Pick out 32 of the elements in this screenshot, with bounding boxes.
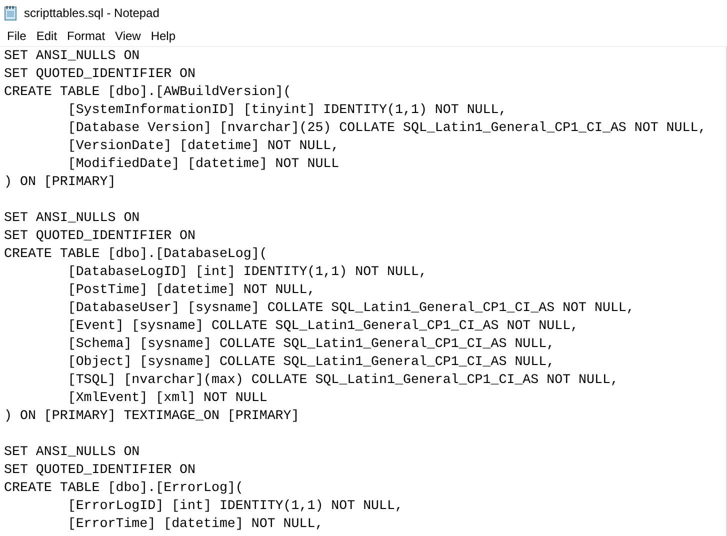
menu-item[interactable]: Help (146, 29, 181, 43)
code-line: [DatabaseLogID] [int] IDENTITY(1,1) NOT NULL, (66, 263, 428, 281)
menu-item[interactable]: Format (62, 29, 110, 43)
code-line: SET ANSI_NULLS ON (4, 47, 141, 65)
code-line: SET QUOTED_IDENTIFIER ON (4, 227, 197, 245)
code-line: [SystemInformationID] [tinyint] IDENTITY(1,1) NOT NULL, (66, 101, 508, 119)
code-line: CREATE TABLE [dbo].[DatabaseLog]( (4, 245, 268, 263)
menu-item[interactable]: Edit (31, 29, 62, 43)
code-line: [ModifiedDate] [datetime] NOT NULL (66, 155, 340, 173)
code-line: ) ON [PRIMARY] (4, 173, 117, 191)
code-line: [PostTime] [datetime] NOT NULL, (66, 281, 316, 299)
menu-item[interactable]: File (2, 29, 32, 43)
code-line: [ErrorTime] [datetime] NOT NULL, (66, 515, 324, 533)
menu-item[interactable]: View (110, 29, 146, 43)
code-line: [Object] [sysname] COLLATE SQL_Latin1_General_CP1_CI_AS NULL, (66, 353, 556, 371)
code-line: SET QUOTED_IDENTIFIER ON (4, 65, 197, 83)
code-line: [Schema] [sysname] COLLATE SQL_Latin1_General_CP1_CI_AS NULL, (66, 335, 556, 353)
code-line: CREATE TABLE [dbo].[AWBuildVersion]( (4, 83, 292, 101)
notepad-icon (4, 5, 18, 21)
code-line: [XmlEvent] [xml] NOT NULL (66, 389, 268, 407)
code-line: SET ANSI_NULLS ON (4, 443, 141, 461)
code-line: [VersionDate] [datetime] NOT NULL, (66, 137, 340, 155)
code-line: SET QUOTED_IDENTIFIER ON (4, 461, 197, 479)
code-line: [TSQL] [nvarchar](max) COLLATE SQL_Latin1_General_CP1_CI_AS NOT NULL, (66, 371, 620, 389)
code-line: [DatabaseUser] [sysname] COLLATE SQL_Latin1_General_CP1_CI_AS NOT NULL, (66, 299, 636, 317)
code-line: SET ANSI_NULLS ON (4, 209, 141, 227)
code-line: CREATE TABLE [dbo].[ErrorLog]( (4, 479, 244, 497)
window-title: scripttables.sql - Notepad (24, 6, 160, 20)
code-line: [Event] [sysname] COLLATE SQL_Latin1_General_CP1_CI_AS NOT NULL, (66, 317, 580, 335)
code-line: [Database Version] [nvarchar](25) COLLATE SQL_Latin1_General_CP1_CI_AS NOT NULL, (66, 119, 708, 137)
code-line: ) ON [PRIMARY] TEXTIMAGE_ON [PRIMARY] (4, 407, 300, 425)
code-line: [ErrorLogID] [int] IDENTITY(1,1) NOT NULL, (66, 497, 404, 515)
